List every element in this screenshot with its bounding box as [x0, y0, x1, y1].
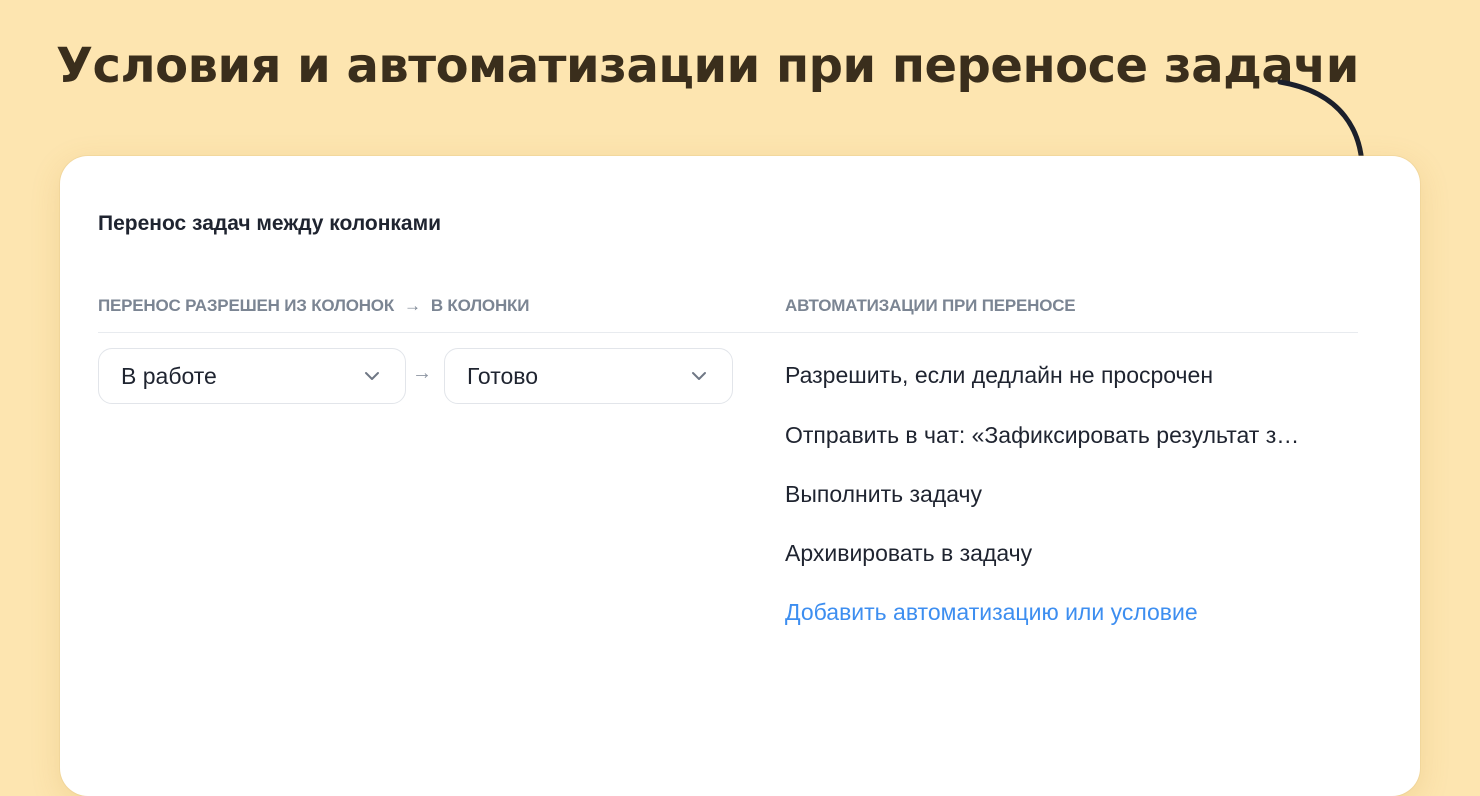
column-header-automations: АВТОМАТИЗАЦИИ ПРИ ПЕРЕНОСЕ: [785, 296, 1076, 315]
transition-arrow-icon: →: [412, 362, 432, 384]
from-column-select[interactable]: В работе: [98, 348, 406, 404]
column-header-from: ПЕРЕНОС РАЗРЕШЕН ИЗ КОЛОНОК: [98, 296, 395, 315]
header-divider: [98, 332, 1358, 333]
header-arrow-icon: →: [404, 296, 421, 315]
transition-settings-card: Перенос задач между колонками ПЕРЕНОС РА…: [60, 156, 1420, 796]
automation-item[interactable]: Отправить в чат: «Зафиксировать результа…: [785, 422, 1299, 449]
add-automation-link[interactable]: Добавить автоматизацию или условие: [785, 599, 1198, 626]
automation-item[interactable]: Выполнить задачу: [785, 481, 982, 508]
column-header-transition: ПЕРЕНОС РАЗРЕШЕН ИЗ КОЛОНОК → В КОЛОНКИ: [98, 296, 529, 316]
column-header-to: В КОЛОНКИ: [430, 296, 530, 315]
card-title: Перенос задач между колонками: [98, 212, 442, 235]
chevron-down-icon: [692, 372, 706, 380]
to-column-select[interactable]: Готово: [444, 348, 733, 404]
to-column-value: Готово: [467, 362, 539, 389]
automation-item[interactable]: Архивировать в задачу: [785, 540, 1032, 567]
chevron-down-icon: [365, 372, 379, 380]
page-headline: Условия и автоматизации при переносе зад…: [56, 38, 1359, 94]
automation-item[interactable]: Разрешить, если дедлайн не просрочен: [785, 362, 1213, 389]
from-column-value: В работе: [121, 362, 217, 389]
